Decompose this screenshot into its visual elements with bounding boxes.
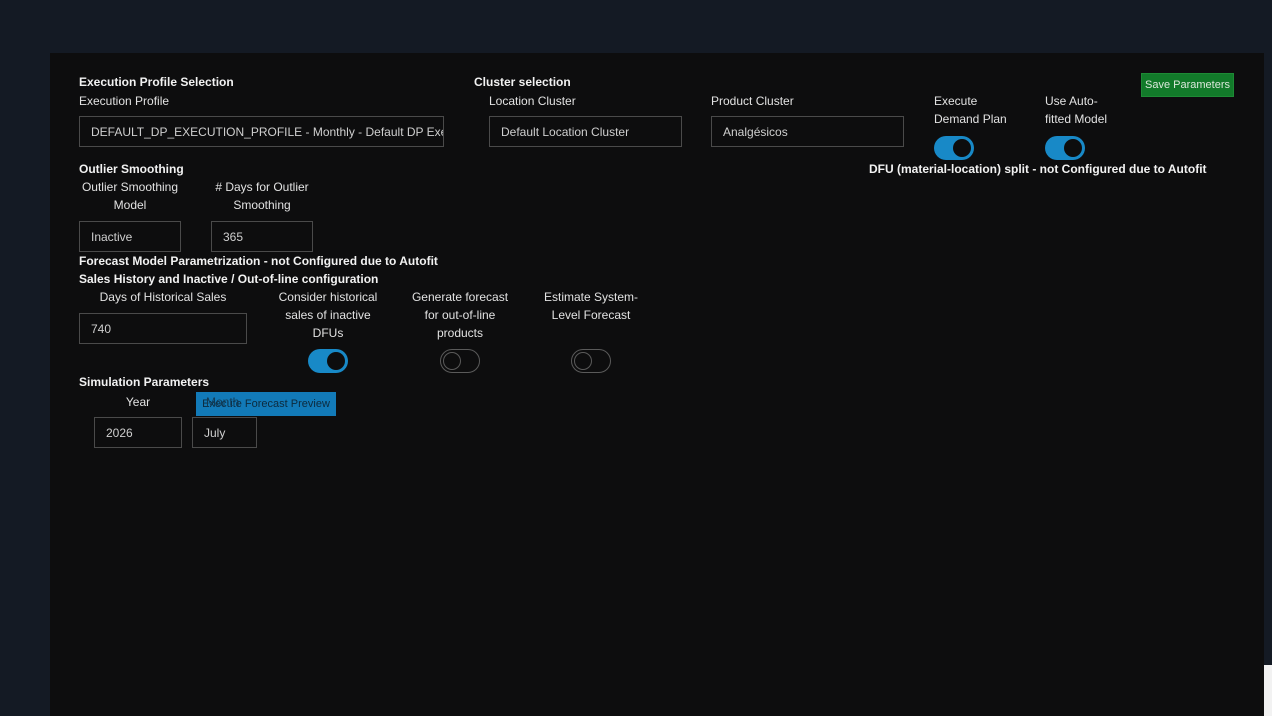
- product-cluster-select[interactable]: Analgésicos: [711, 116, 904, 147]
- historical-sales-days-label: Days of Historical Sales: [99, 290, 227, 304]
- outlier-model-value: Inactive: [91, 229, 133, 244]
- year-label: Year: [125, 395, 151, 409]
- month-value: July: [204, 425, 226, 440]
- simulation-section-title: Simulation Parameters: [79, 375, 210, 389]
- year-value: 2026: [106, 425, 133, 440]
- toggle-knob: [327, 352, 345, 370]
- toggle-knob: [443, 352, 461, 370]
- execution-profile-select[interactable]: DEFAULT_DP_EXECUTION_PROFILE - Monthly -…: [79, 116, 444, 147]
- sales-history-section-title: Sales History and Inactive / Out-of-line…: [79, 272, 379, 286]
- historical-sales-days-input[interactable]: 740: [79, 313, 247, 344]
- save-parameters-button[interactable]: Save Parameters: [1141, 73, 1234, 97]
- cluster-section-title: Cluster selection: [474, 75, 571, 89]
- outlier-model-label: Outlier Smoothing Model: [81, 180, 179, 212]
- forecast-param-note: Forecast Model Parametrization - not Con…: [79, 254, 438, 268]
- inactive-sales-label: Consider historical sales of inactive DF…: [278, 290, 378, 340]
- product-cluster-label: Product Cluster: [711, 94, 794, 108]
- outlier-days-input[interactable]: 365: [211, 221, 313, 252]
- historical-sales-days-value: 740: [91, 321, 112, 336]
- outlier-model-select[interactable]: Inactive: [79, 221, 181, 252]
- autofit-toggle[interactable]: [1045, 136, 1085, 160]
- autofit-label: Use Auto- fitted Model: [1045, 94, 1108, 126]
- product-cluster-value: Analgésicos: [723, 124, 788, 139]
- year-input[interactable]: 2026: [94, 417, 182, 448]
- out-of-line-label: Generate forecast for out-of-line produc…: [411, 290, 509, 340]
- dfu-split-note: DFU (material-location) split - not Conf…: [869, 162, 1207, 176]
- outlier-days-value: 365: [223, 229, 244, 244]
- location-cluster-value: Default Location Cluster: [501, 124, 630, 139]
- location-cluster-select[interactable]: Default Location Cluster: [489, 116, 682, 147]
- execution-profile-value: DEFAULT_DP_EXECUTION_PROFILE - Monthly -…: [91, 124, 444, 139]
- outlier-days-label: # Days for Outlier Smoothing: [215, 180, 309, 212]
- month-select[interactable]: July: [192, 417, 257, 448]
- toggle-knob: [574, 352, 592, 370]
- toggle-knob: [953, 139, 971, 157]
- system-level-toggle[interactable]: [571, 349, 611, 373]
- out-of-line-toggle[interactable]: [440, 349, 480, 373]
- outlier-section-title: Outlier Smoothing: [79, 162, 184, 176]
- month-label: Month: [206, 395, 240, 409]
- location-cluster-label: Location Cluster: [489, 94, 576, 108]
- execute-demand-plan-toggle[interactable]: [934, 136, 974, 160]
- toggle-knob: [1064, 139, 1082, 157]
- scrollbar[interactable]: [1264, 665, 1272, 716]
- execution-profile-section-title: Execution Profile Selection: [79, 75, 234, 89]
- inactive-sales-toggle[interactable]: [308, 349, 348, 373]
- execution-profile-label: Execution Profile: [79, 94, 170, 108]
- system-level-label: Estimate System- Level Forecast: [543, 290, 639, 322]
- execute-demand-plan-label: Execute Demand Plan: [934, 94, 1007, 126]
